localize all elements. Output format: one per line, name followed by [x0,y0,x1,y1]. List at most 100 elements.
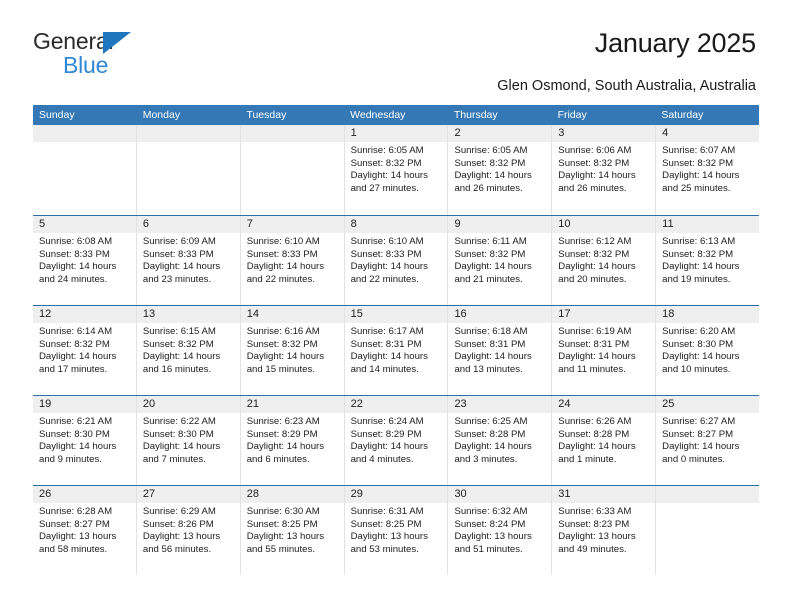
daylight-duration-line2: and 1 minute. [558,453,617,465]
day-cell[interactable]: 15 Sunrise: 6:17 AM Sunset: 8:31 PM Dayligh… [344,306,449,395]
weekday-thursday: Thursday [453,109,498,121]
day-cell-empty [240,125,345,215]
day-cell[interactable]: 31 Sunrise: 6:33 AM Sunset: 8:23 PM Dayligh… [552,486,657,575]
week-row: 1 Sunrise: 6:05 AM Sunset: 8:32 PM Daylight… [33,125,760,215]
day-cell[interactable]: 27 Sunrise: 6:29 AM Sunset: 8:26 PM Dayligh… [136,486,241,575]
daylight-duration-line1: Daylight: 14 hours [558,170,636,182]
day-sun-info: Sunrise: 6:26 AM Sunset: 8:28 PM Daylight:… [552,413,655,466]
day-cell[interactable]: 1 Sunrise: 6:05 AM Sunset: 8:32 PM Daylight… [344,125,449,215]
sunset-time: Sunset: 8:24 PM [454,518,526,530]
weekday-friday: Friday [557,109,587,121]
day-cell-empty [136,125,241,215]
sunrise-time: Sunrise: 6:13 AM [662,236,736,247]
weekday-wednesday: Wednesday [350,109,406,121]
day-cell[interactable]: 3 Sunrise: 6:06 AM Sunset: 8:32 PM Daylight… [552,125,657,215]
day-cell[interactable]: 18 Sunrise: 6:20 AM Sunset: 8:30 PM Dayligh… [656,306,760,395]
day-number: 16 [448,306,552,323]
sunrise-time: Sunrise: 6:31 AM [350,506,424,517]
day-cell[interactable]: 14 Sunrise: 6:16 AM Sunset: 8:32 PM Dayligh… [240,306,345,395]
day-sun-info: Sunrise: 6:29 AM Sunset: 8:26 PM Daylight:… [137,503,240,556]
sunset-time: Sunset: 8:31 PM [558,338,630,350]
day-cell[interactable]: 26 Sunrise: 6:28 AM Sunset: 8:27 PM Dayligh… [33,486,137,575]
daylight-duration-line1: Daylight: 13 hours [39,531,117,543]
day-cell[interactable]: 17 Sunrise: 6:19 AM Sunset: 8:31 PM Dayligh… [552,306,657,395]
sunset-time: Sunset: 8:33 PM [39,248,110,260]
day-cell[interactable]: 30 Sunrise: 6:32 AM Sunset: 8:24 PM Dayligh… [448,486,553,575]
sunset-time: Sunset: 8:28 PM [454,428,526,440]
sunrise-time: Sunrise: 6:09 AM [142,236,216,247]
day-cell[interactable]: 13 Sunrise: 6:15 AM Sunset: 8:32 PM Dayligh… [136,306,241,395]
day-cell[interactable]: 8 Sunrise: 6:10 AM Sunset: 8:33 PM Daylight… [344,216,449,305]
day-cell[interactable]: 23 Sunrise: 6:25 AM Sunset: 8:28 PM Dayligh… [448,396,553,485]
day-number: 25 [656,396,760,413]
day-cell-empty [33,125,137,215]
daylight-duration-line2: and 7 minutes. [142,453,206,465]
day-cell[interactable]: 9 Sunrise: 6:11 AM Sunset: 8:32 PM Daylight… [448,216,553,305]
sunset-time: Sunset: 8:32 PM [246,338,318,350]
day-number: 6 [136,216,240,233]
day-cell[interactable]: 29 Sunrise: 6:31 AM Sunset: 8:25 PM Dayligh… [344,486,449,575]
sunset-time: Sunset: 8:29 PM [350,428,422,440]
daylight-duration-line1: Daylight: 14 hours [246,351,325,363]
day-number: 7 [240,216,344,233]
daylight-duration-line2: and 21 minutes. [454,273,523,285]
day-cell[interactable]: 22 Sunrise: 6:24 AM Sunset: 8:29 PM Dayligh… [344,396,449,485]
daylight-duration-line2: and 13 minutes. [454,363,523,375]
day-cell[interactable]: 5 Sunrise: 6:08 AM Sunset: 8:33 PM Daylight… [33,216,137,305]
sunset-time: Sunset: 8:25 PM [246,518,318,530]
sunrise-time: Sunrise: 6:24 AM [350,416,424,427]
day-cell[interactable]: 4 Sunrise: 6:07 AM Sunset: 8:32 PM Daylight… [656,125,760,215]
daylight-duration-line1: Daylight: 14 hours [350,441,428,453]
daylight-duration-line1: Daylight: 14 hours [142,441,221,453]
day-cell[interactable]: 20 Sunrise: 6:22 AM Sunset: 8:30 PM Dayligh… [136,396,241,485]
day-sun-info: Sunrise: 6:27 AM Sunset: 8:27 PM Daylight:… [656,413,759,466]
daylight-duration-line1: Daylight: 14 hours [246,261,325,273]
daylight-duration-line2: and 58 minutes. [39,543,108,555]
day-cell[interactable]: 12 Sunrise: 6:14 AM Sunset: 8:32 PM Dayligh… [33,306,137,395]
sunset-time: Sunset: 8:30 PM [39,428,110,440]
day-cell[interactable]: 2 Sunrise: 6:05 AM Sunset: 8:32 PM Daylight… [448,125,553,215]
day-sun-info: Sunrise: 6:07 AM Sunset: 8:32 PM Daylight:… [656,142,759,195]
day-sun-info: Sunrise: 6:25 AM Sunset: 8:28 PM Daylight:… [448,413,551,466]
day-cell[interactable]: 16 Sunrise: 6:18 AM Sunset: 8:31 PM Dayligh… [448,306,553,395]
daylight-duration-line1: Daylight: 14 hours [662,351,740,363]
day-cell[interactable]: 28 Sunrise: 6:30 AM Sunset: 8:25 PM Dayligh… [240,486,345,575]
sunset-time: Sunset: 8:31 PM [454,338,526,350]
day-number: 11 [656,216,760,233]
daylight-duration-line2: and 16 minutes. [142,363,212,375]
day-cell[interactable]: 21 Sunrise: 6:23 AM Sunset: 8:29 PM Dayligh… [240,396,345,485]
sunrise-time: Sunrise: 6:26 AM [558,416,632,427]
day-sun-info: Sunrise: 6:22 AM Sunset: 8:30 PM Daylight:… [137,413,240,466]
day-cell[interactable]: 19 Sunrise: 6:21 AM Sunset: 8:30 PM Dayligh… [33,396,137,485]
day-number [33,125,136,142]
day-cell[interactable]: 6 Sunrise: 6:09 AM Sunset: 8:33 PM Daylight… [136,216,241,305]
daylight-duration-line2: and 0 minutes. [662,453,726,465]
day-cell[interactable]: 7 Sunrise: 6:10 AM Sunset: 8:33 PM Daylight… [240,216,345,305]
day-sun-info: Sunrise: 6:08 AM Sunset: 8:33 PM Daylight:… [33,233,136,286]
day-cell[interactable]: 10 Sunrise: 6:12 AM Sunset: 8:32 PM Dayligh… [552,216,657,305]
day-number: 31 [552,486,656,503]
day-sun-info: Sunrise: 6:33 AM Sunset: 8:23 PM Daylight:… [552,503,655,556]
daylight-duration-line2: and 3 minutes. [454,453,518,465]
sunrise-time: Sunrise: 6:05 AM [350,145,424,156]
daylight-duration-line2: and 11 minutes. [558,363,626,375]
calendar-page: General Blue January 2025 Glen Osmond, S… [0,0,792,612]
sunrise-time: Sunrise: 6:21 AM [39,416,113,427]
day-cell[interactable]: 25 Sunrise: 6:27 AM Sunset: 8:27 PM Dayligh… [656,396,760,485]
daylight-duration-line1: Daylight: 14 hours [39,441,117,453]
sunrise-time: Sunrise: 6:28 AM [39,506,113,517]
day-cell[interactable]: 24 Sunrise: 6:26 AM Sunset: 8:28 PM Dayligh… [552,396,657,485]
daylight-duration-line2: and 19 minutes. [662,273,731,285]
day-number: 14 [240,306,344,323]
sunrise-time: Sunrise: 6:33 AM [558,506,632,517]
daylight-duration-line1: Daylight: 14 hours [454,261,532,273]
sunset-time: Sunset: 8:27 PM [662,428,734,440]
sunrise-time: Sunrise: 6:05 AM [454,145,528,156]
day-number: 28 [240,486,344,503]
weekday-tuesday: Tuesday [246,109,287,121]
day-number: 22 [344,396,448,413]
daylight-duration-line1: Daylight: 14 hours [454,441,532,453]
week-row: 5 Sunrise: 6:08 AM Sunset: 8:33 PM Daylight… [33,215,760,305]
day-cell[interactable]: 11 Sunrise: 6:13 AM Sunset: 8:32 PM Dayligh… [656,216,760,305]
day-sun-info: Sunrise: 6:18 AM Sunset: 8:31 PM Daylight:… [448,323,551,376]
